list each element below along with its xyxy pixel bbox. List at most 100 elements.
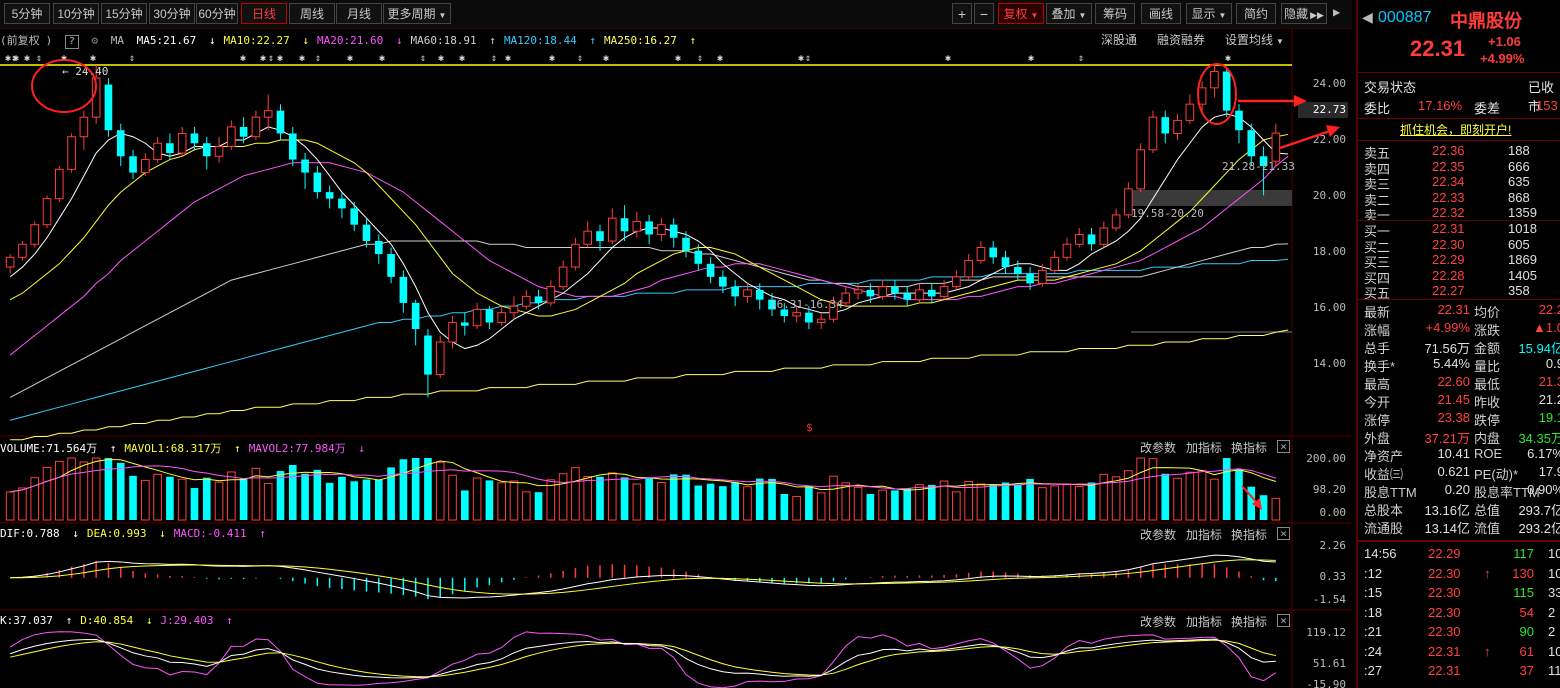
arrow-icon: ↓ — [65, 527, 79, 540]
tick-n: 2 — [1548, 604, 1556, 620]
stat-v2: 293.2亿 — [1518, 521, 1560, 536]
promo-link[interactable]: 抓住机会，即刻开户! — [1400, 121, 1511, 138]
candle-body — [534, 296, 543, 303]
candle-body — [805, 312, 813, 323]
period-60min-tab[interactable]: 60分钟 — [196, 3, 238, 24]
chevron-right-icon[interactable]: ▶ — [1333, 5, 1349, 23]
arrow-icon: ↓ — [389, 34, 403, 47]
zoom-in-button[interactable]: + — [952, 3, 972, 24]
event-marker-icon: ⇕ — [315, 53, 321, 64]
help-icon[interactable]: ? — [64, 35, 79, 49]
ma-settings-link[interactable]: 设置均线 ▼ — [1225, 31, 1284, 48]
volume-bar — [18, 487, 27, 521]
stat-v2: 22.2 — [1538, 302, 1560, 317]
kdj-legend-item: D:40.854 ↓ — [80, 614, 152, 627]
weibi-value: 17.16% — [1418, 98, 1463, 113]
gear-icon[interactable]: ⚙ — [92, 34, 99, 47]
event-marker-icon: ⇕ — [1078, 53, 1084, 64]
volume-bar — [362, 479, 371, 520]
candle-body — [1235, 110, 1243, 131]
event-marker-icon: ⇕ — [805, 53, 811, 64]
candle-body — [989, 247, 998, 258]
stat-l1: 最新 — [1364, 305, 1391, 320]
vol-add-indicator-link[interactable]: 加指标 — [1186, 439, 1222, 456]
overlay-dropdown[interactable]: 叠加 ▼ — [1046, 3, 1092, 24]
kdj-add-indicator-link[interactable]: 加指标 — [1186, 613, 1222, 630]
up-arrow-icon: ↑ — [1484, 565, 1491, 581]
volume-bar — [91, 457, 101, 521]
candle-body — [816, 318, 826, 323]
close-icon[interactable]: × — [1277, 614, 1290, 627]
volume-bar — [694, 485, 703, 520]
ma-legend-item: MA10:22.27 ↓ — [223, 34, 308, 47]
period-daily-tab[interactable]: 日线 — [241, 3, 287, 24]
arrow-icon: ↑ — [582, 34, 597, 47]
stat-l2: PE(动)* — [1474, 467, 1519, 482]
tick-time: :18 — [1364, 604, 1383, 620]
volume-bar — [521, 491, 531, 521]
candle-body — [42, 198, 52, 226]
volume-bar — [1062, 483, 1072, 521]
price-band — [1131, 190, 1292, 206]
display-dropdown[interactable]: 显示 ▼ — [1186, 3, 1232, 24]
adjust-mode-label[interactable]: (前复权) — [0, 34, 52, 47]
ma-legend-text: MA10:22.27 — [223, 34, 290, 47]
period-10min-tab[interactable]: 10分钟 — [53, 3, 99, 24]
stat-l1: 今开 — [1364, 395, 1391, 410]
event-marker-icon: ⇕ — [129, 53, 135, 64]
ma-legend-item: MA20:21.60 ↓ — [317, 34, 402, 47]
tick-vol: 115 — [1513, 585, 1534, 600]
stat-l1: 涨停 — [1364, 413, 1391, 428]
volume-bar — [571, 467, 580, 521]
volume-bar — [546, 479, 556, 521]
zoom-out-button[interactable]: − — [974, 3, 994, 24]
vol-switch-indicator-link[interactable]: 换指标 — [1231, 439, 1267, 456]
period-weekly-tab[interactable]: 周线 — [289, 3, 335, 24]
chips-button[interactable]: 筹码 — [1095, 3, 1135, 24]
draw-line-button[interactable]: 画线 — [1141, 3, 1181, 24]
event-marker-icon: ✱ — [24, 53, 30, 64]
event-marker-icon: ✱ — [459, 53, 465, 64]
candle-body — [952, 276, 961, 288]
period-30min-tab[interactable]: 30分钟 — [149, 3, 195, 24]
candle-body — [325, 192, 334, 199]
candlestick-chart[interactable]: ✱ ⇕✱ ✱ ⇕ ✱ ✱ ⇕ ✱ ✱ ⇕ ✱ ✱ ⇕ ✱ ✱ ⇕ ✱ ✱ ⇕ ✱ ✱ ⇕ ✱ ✱ ⇕ ✱ ✱ ⇕ ✱ ✱ ⇕ ✱← 24.40… — [0, 0, 1352, 688]
close-icon[interactable]: × — [1277, 440, 1290, 453]
period-monthly-tab[interactable]: 月线 — [336, 3, 382, 24]
vol-change-params-link[interactable]: 改参数 — [1140, 439, 1176, 456]
candle-body — [399, 276, 408, 303]
volume-bar — [1235, 469, 1243, 520]
macd-switch-indicator-link[interactable]: 换指标 — [1231, 526, 1267, 543]
macd-add-indicator-link[interactable]: 加指标 — [1186, 526, 1222, 543]
stat-v1: 13.14亿 — [1424, 521, 1470, 536]
price-axis-label: 22.00 — [1312, 133, 1346, 146]
volume-bar — [829, 475, 838, 521]
low-price-label: 16.31-16.34 — [770, 298, 843, 311]
volume-bar — [927, 484, 936, 520]
candle-body — [583, 230, 593, 245]
fq-dropdown[interactable]: 复权 ▼ — [998, 3, 1044, 24]
macd-legend-text: MACD:-0.411 — [173, 527, 247, 540]
period-5min-tab[interactable]: 5分钟 — [4, 3, 50, 24]
close-icon[interactable]: × — [1277, 527, 1290, 540]
macd-change-params-link[interactable]: 改参数 — [1140, 526, 1176, 543]
stock-name: 中鼎股份 — [1450, 11, 1522, 31]
shengutong-link[interactable]: 深股通 — [1101, 31, 1137, 48]
stat-v1: 37.21万 — [1424, 431, 1470, 446]
hide-panel-button[interactable]: 隐藏 ▶▶ — [1281, 3, 1327, 24]
chevron-down-icon: ▼ — [1078, 11, 1087, 20]
prev-stock-arrow-icon[interactable]: ◀ — [1362, 9, 1373, 26]
event-marker-icon: ✱ — [798, 53, 804, 64]
simple-mode-button[interactable]: 简约 — [1236, 3, 1276, 24]
candle-body — [288, 133, 297, 160]
weicha-label: 委差 — [1474, 101, 1501, 116]
kdj-switch-indicator-link[interactable]: 换指标 — [1231, 613, 1267, 630]
more-periods-dropdown[interactable]: 更多周期 ▼ — [383, 3, 451, 24]
stat-l1: 股息TTM — [1364, 485, 1417, 500]
kdj-change-params-link[interactable]: 改参数 — [1140, 613, 1176, 630]
volume-bar — [313, 469, 322, 520]
margin-trading-link[interactable]: 融资融券 — [1157, 31, 1205, 48]
stat-v2: 34.35万 — [1518, 431, 1560, 446]
candle-body — [313, 172, 322, 193]
period-15min-tab[interactable]: 15分钟 — [101, 3, 147, 24]
